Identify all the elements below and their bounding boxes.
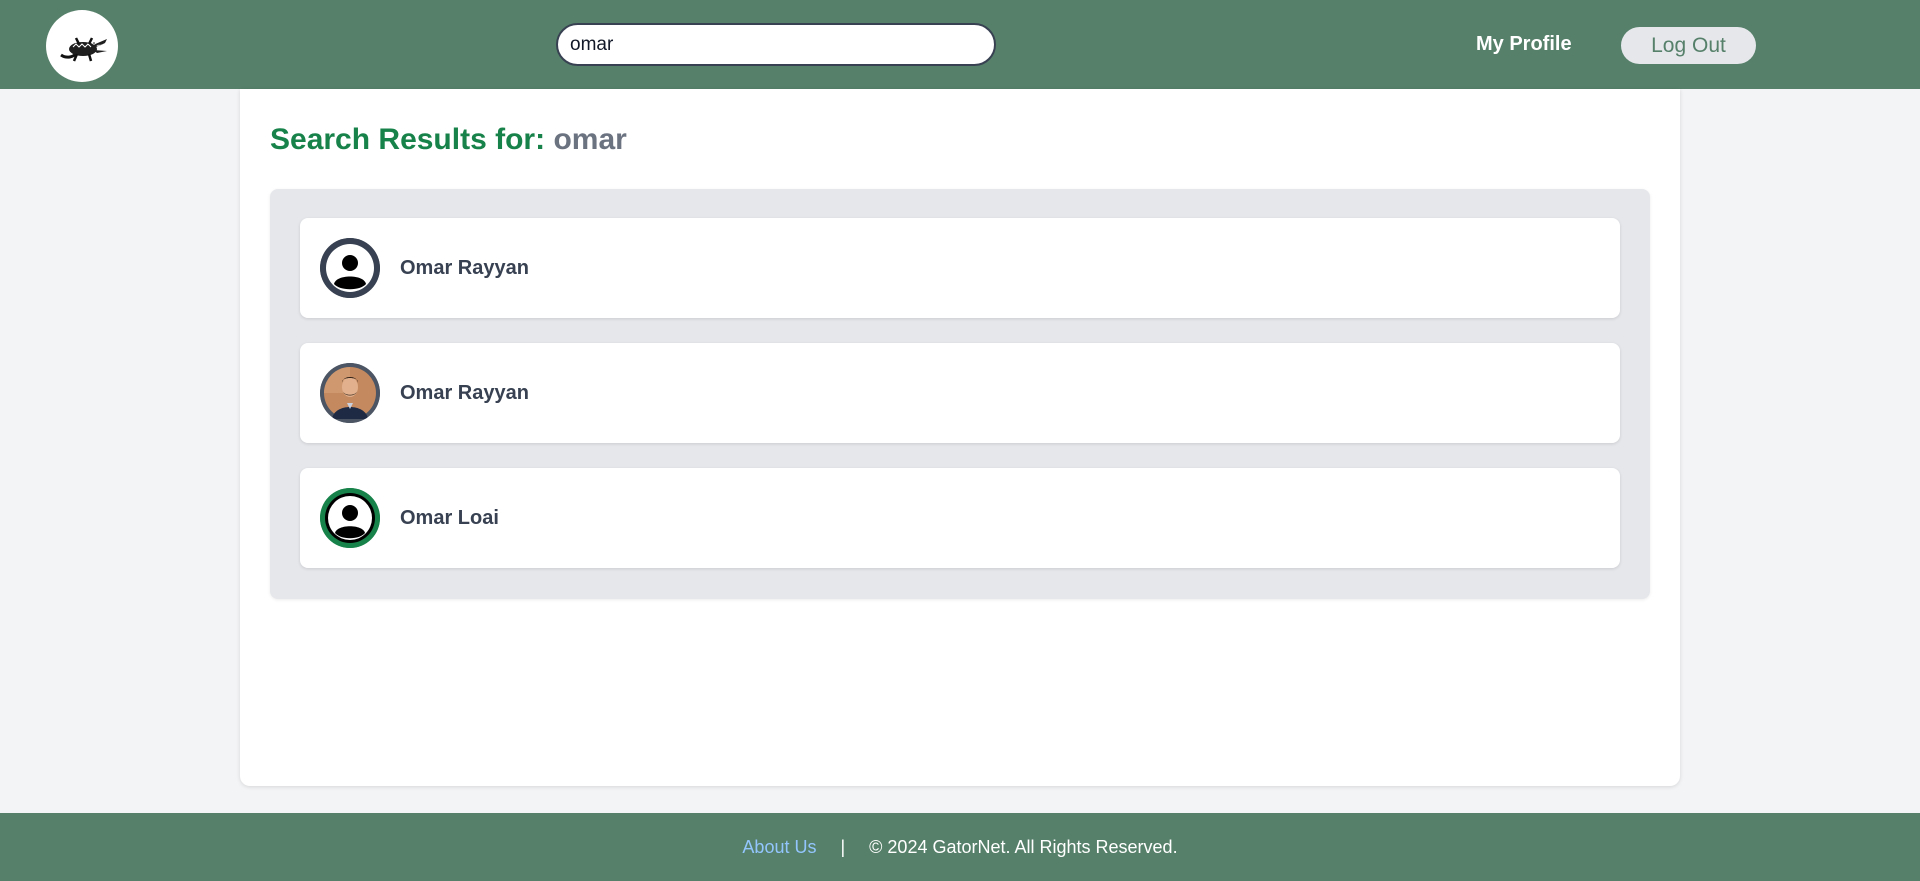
result-name: Omar Loai (400, 507, 499, 529)
list-item[interactable]: Omar Loai (300, 468, 1620, 568)
list-item[interactable]: Omar Rayyan (300, 218, 1620, 318)
result-name: Omar Rayyan (400, 257, 529, 279)
default-user-icon (320, 238, 380, 298)
search-input[interactable] (556, 23, 996, 66)
default-user-icon (320, 488, 380, 548)
copyright-text: © 2024 GatorNet. All Rights Reserved. (869, 836, 1178, 857)
list-item[interactable]: Omar Rayyan (300, 343, 1620, 443)
results-list: Omar Rayyan Omar Rayyan Omar Loai (270, 189, 1650, 599)
log-out-button[interactable]: Log Out (1621, 27, 1756, 64)
search-results-card: Search Results for: omar Omar Rayyan Oma… (240, 89, 1680, 786)
avatar (320, 238, 380, 298)
about-us-link[interactable]: About Us (742, 837, 816, 858)
my-profile-link[interactable]: My Profile (1476, 33, 1572, 56)
page-title: Search Results for: omar (270, 123, 627, 157)
top-navigation-bar: My Profile Log Out (0, 0, 1920, 89)
user-photo (320, 363, 380, 423)
alligator-logo-graphic (60, 37, 107, 62)
heading-label: Search Results for: (270, 123, 546, 156)
footer-separator: | (840, 836, 846, 857)
site-footer: About Us | © 2024 GatorNet. All Rights R… (0, 813, 1920, 881)
avatar (320, 363, 380, 423)
alligator-logo-icon[interactable] (46, 10, 118, 82)
avatar (320, 488, 380, 548)
heading-query: omar (553, 123, 627, 156)
result-name: Omar Rayyan (400, 382, 529, 404)
